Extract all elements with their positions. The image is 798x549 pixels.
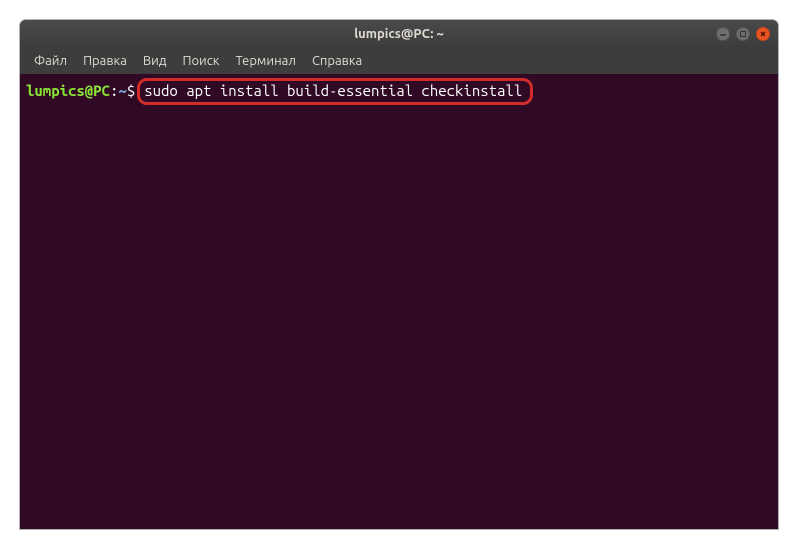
menu-edit[interactable]: Правка [75,51,135,71]
prompt-colon: : [110,82,118,101]
prompt-path: ~ [118,82,126,101]
prompt-dollar: $ [127,82,135,101]
minimize-button[interactable] [716,27,730,41]
menu-file[interactable]: Файл [26,51,75,71]
window-controls [716,27,770,41]
menu-help[interactable]: Справка [304,51,370,71]
titlebar: lumpics@PC: ~ [20,20,778,48]
prompt-user-host: lumpics@PC [26,82,110,101]
terminal-body[interactable]: lumpics@PC:~$ sudo apt install build-ess… [20,74,778,529]
terminal-line: lumpics@PC:~$ sudo apt install build-ess… [26,78,772,105]
command-text: sudo apt install build-essential checkin… [137,78,533,105]
menu-terminal[interactable]: Терминал [227,51,303,71]
window-title: lumpics@PC: ~ [354,27,444,41]
close-button[interactable] [756,27,770,41]
menubar: Файл Правка Вид Поиск Терминал Справка [20,48,778,74]
maximize-button[interactable] [736,27,750,41]
terminal-window: lumpics@PC: ~ Файл Правка Вид Поиск Терм… [20,20,778,529]
menu-view[interactable]: Вид [135,51,175,71]
menu-search[interactable]: Поиск [174,51,227,71]
